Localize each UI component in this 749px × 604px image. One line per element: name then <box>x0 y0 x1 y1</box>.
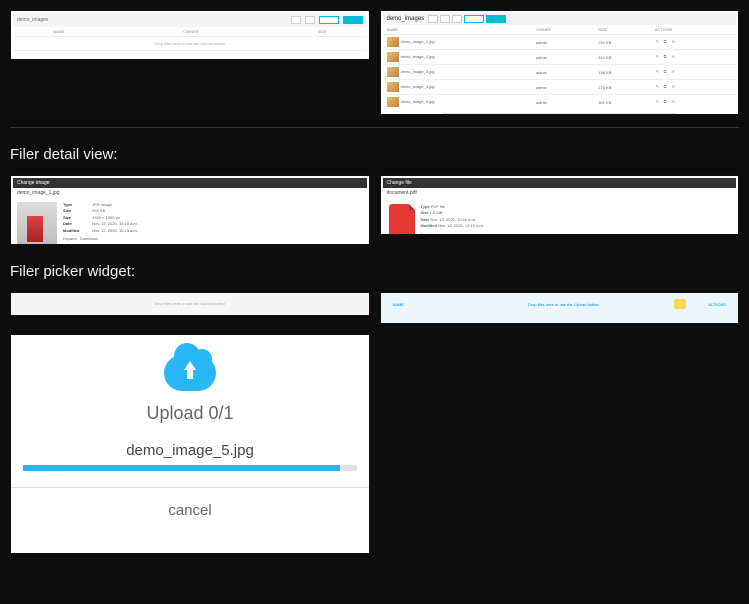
section-divider <box>10 127 739 128</box>
screenshot-detail-image: Change image demo_image_1.jpg Type JPG i… <box>10 175 370 245</box>
grid-toggle-button[interactable] <box>291 16 301 24</box>
row-actions[interactable]: ✎⧉✕ <box>651 50 736 65</box>
search-button[interactable] <box>452 15 462 23</box>
thumbnail-icon <box>387 82 399 92</box>
screenshot-picker-empty: Drop files here or use the Upload button <box>10 292 370 316</box>
breadcrumb: demo_images <box>387 16 425 22</box>
screenshot-picker-row: NAME Drop files here or use the Upload b… <box>380 292 740 324</box>
upload-filename: demo_image_5.jpg <box>19 442 361 459</box>
new-folder-button[interactable] <box>319 16 339 24</box>
row-actions[interactable]: ✎⧉✕ <box>651 35 736 50</box>
col-size: SIZE <box>318 29 327 34</box>
filename: document.pdf <box>383 188 737 198</box>
image-preview <box>17 202 57 245</box>
upload-title: Upload 0/1 <box>19 403 361 424</box>
download-button[interactable]: Download <box>421 232 439 235</box>
col-size: SIZE <box>594 25 650 35</box>
drop-hint[interactable]: Drop files here or use the Upload button <box>13 36 367 51</box>
thumbnail-icon <box>387 37 399 47</box>
col-owner: OWNER <box>532 25 594 35</box>
list-toggle-button[interactable] <box>305 16 315 24</box>
download-button[interactable]: Download <box>80 236 98 241</box>
expand-button[interactable]: Expand <box>63 236 77 241</box>
col-owner: OWNER <box>183 29 198 34</box>
folder-icon <box>674 299 686 309</box>
metadata: Type JPG image Size 254 KB Size 1920 × 1… <box>63 202 138 245</box>
pdf-icon <box>389 204 415 235</box>
table-row[interactable]: demo_image_1.jpgadmin254 KB✎⧉✕ <box>383 35 737 50</box>
new-folder-button[interactable] <box>464 15 484 23</box>
section-heading-detail: Filer detail view: <box>10 146 739 163</box>
drop-hint[interactable]: Drop files here or use the Upload button <box>13 295 367 312</box>
section-heading-picker: Filer picker widget: <box>10 263 739 280</box>
table-row[interactable]: demo_image_3.jpgadmin198 KB✎⧉✕ <box>383 65 737 80</box>
upload-button[interactable] <box>343 16 363 24</box>
list-toggle-button[interactable] <box>440 15 450 23</box>
upload-progress <box>23 465 357 471</box>
col-actions: ACTIONS <box>651 25 736 35</box>
picker-hint: Drop files here or use the Upload button <box>453 302 675 307</box>
thumbnail-icon <box>387 67 399 77</box>
col-name: NAME <box>393 302 453 307</box>
col-name: NAME <box>53 29 65 34</box>
screenshot-empty-folder: demo_images NAME OWNER SIZE Drop files h… <box>10 10 370 60</box>
dropzone[interactable]: Drop your files or use Upload or click t… <box>443 113 677 115</box>
screenshot-upload-modal: Upload 0/1 demo_image_5.jpg cancel <box>10 334 370 554</box>
thumbnail-icon <box>387 52 399 62</box>
cloud-upload-icon <box>164 355 216 391</box>
screenshot-folder-list: demo_images NAME OWNER SIZE ACTIONS demo… <box>380 10 740 115</box>
row-actions[interactable]: ✎⧉✕ <box>651 65 736 80</box>
row-actions[interactable]: ✎⧉✕ <box>651 95 736 110</box>
screenshot-detail-file: Change file document.pdf Type PDF file S… <box>380 175 740 235</box>
col-actions: ACTIONS <box>686 302 726 307</box>
window-title: Change file <box>383 178 737 188</box>
thumbnail-icon <box>387 97 399 107</box>
table-row[interactable]: demo_image_4.jpgadmin276 KB✎⧉✕ <box>383 80 737 95</box>
breadcrumb: demo_images <box>17 17 48 23</box>
table-row[interactable]: demo_image_5.jpgadmin301 KB✎⧉✕ <box>383 95 737 110</box>
cancel-button[interactable]: cancel <box>19 488 361 533</box>
metadata: Type PDF file Size 1.2 MB Date Nov. 12, … <box>421 204 484 235</box>
table-row[interactable]: demo_image_2.jpgadmin312 KB✎⧉✕ <box>383 50 737 65</box>
window-title: Change image <box>13 178 367 188</box>
filename: demo_image_1.jpg <box>13 188 367 198</box>
row-actions[interactable]: ✎⧉✕ <box>651 80 736 95</box>
grid-toggle-button[interactable] <box>428 15 438 23</box>
upload-button[interactable] <box>486 15 506 23</box>
col-name: NAME <box>383 25 532 35</box>
